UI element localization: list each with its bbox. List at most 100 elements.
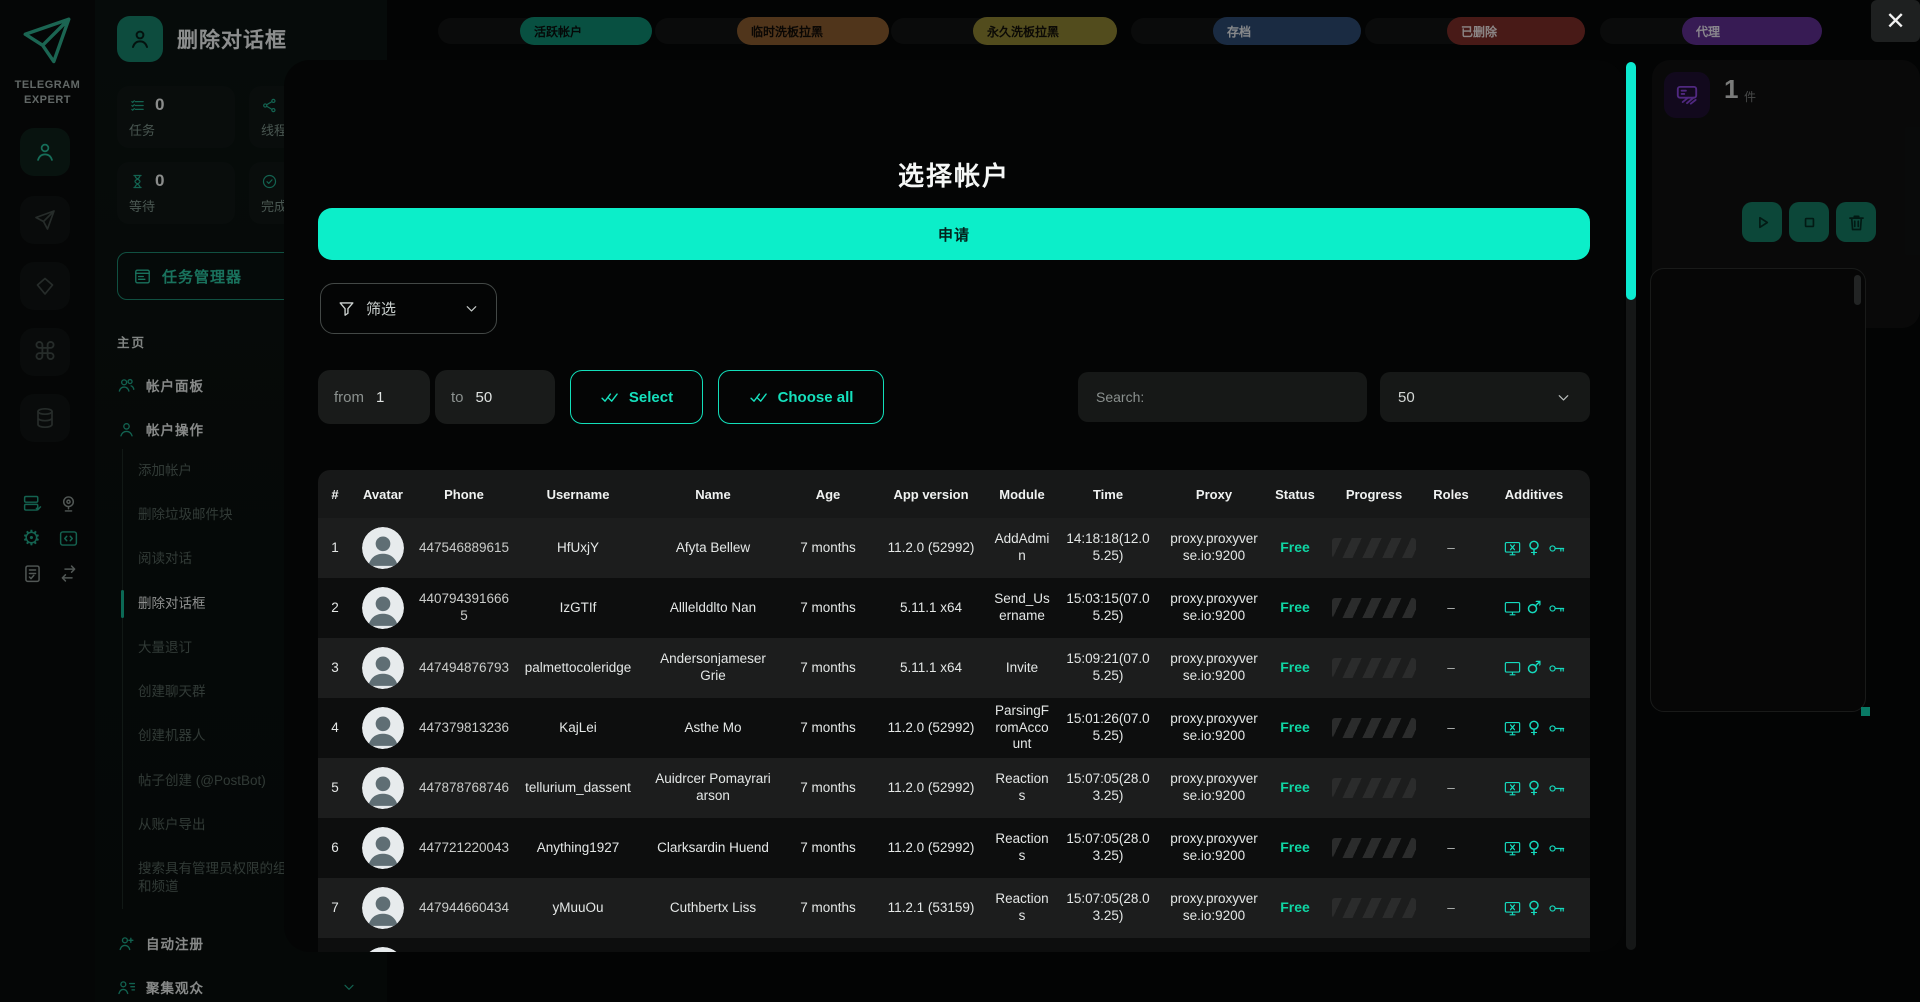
from-label: from: [334, 389, 364, 406]
age-value: 7 months: [800, 780, 856, 797]
column-header: Phone: [414, 487, 514, 502]
table-cell: Free: [1266, 539, 1324, 557]
table-cell: proxy.proxyverse.io:9200: [1162, 711, 1266, 745]
status-value: Free: [1280, 839, 1310, 857]
age-value: 7 months: [800, 600, 856, 617]
close-icon: ✕: [1885, 7, 1905, 36]
table-body: 1447546889615HfUxjYAfyta Bellew7 months1…: [318, 518, 1590, 952]
table-row[interactable]: 3447494876793palmettocoleridgeAndersonja…: [318, 638, 1590, 698]
filter-dropdown[interactable]: 筛选: [320, 283, 497, 334]
table-cell: 2: [318, 600, 352, 617]
column-header: Username: [514, 487, 642, 502]
username-value: IzGTIf: [517, 600, 639, 617]
table-cell: –: [1424, 540, 1478, 557]
device-icon: [1503, 659, 1522, 678]
select-button[interactable]: Select: [570, 370, 703, 424]
additives-icons: ♀: [1503, 719, 1566, 738]
choose-all-button[interactable]: Choose all: [718, 370, 884, 424]
phone-value: 4407943916665: [417, 591, 512, 625]
to-input[interactable]: [474, 388, 514, 407]
table-cell: 7 months: [784, 720, 872, 737]
table-cell: Clarksardin Huend: [642, 840, 784, 857]
device-x-icon: [1503, 779, 1522, 798]
table-cell: AddAdmin: [990, 531, 1054, 565]
table-cell: 15:01:26(07.05.25): [1054, 711, 1162, 745]
additives-icons: ♀: [1503, 839, 1566, 858]
table-row[interactable]: 7447944660434yMuuOuCuthbertx Liss7 month…: [318, 878, 1590, 938]
age-value: 7 months: [800, 900, 856, 917]
table-row[interactable]: 5447878768746tellurium_dassentAuidrcer P…: [318, 758, 1590, 818]
column-header: Age: [784, 487, 872, 502]
table-cell: 11.2.0 (52992): [872, 540, 990, 557]
female-icon: ♀: [1525, 539, 1544, 558]
roles-value: –: [1447, 720, 1455, 737]
time-value: 15:03:15(07.05.25): [1062, 591, 1154, 625]
table-cell: Anything1927: [514, 840, 642, 857]
proxy-value: proxy.proxyverse.io:9200: [1168, 891, 1260, 925]
filter-icon: [337, 299, 356, 318]
proxy-value: proxy.proxyverse.io:9200: [1168, 831, 1260, 865]
column-header: Module: [990, 487, 1054, 502]
table-cell: ♀: [1478, 779, 1590, 798]
table-cell: proxy.proxyverse.io:9200: [1162, 591, 1266, 625]
row-number: 4: [331, 720, 339, 737]
device-x-icon: [1503, 839, 1522, 858]
table-cell: 447494876793: [414, 660, 514, 677]
page-size-value: 50: [1398, 389, 1415, 406]
status-value: Free: [1280, 659, 1310, 677]
table-cell: Afyta Bellew: [642, 540, 784, 557]
table-cell: [1324, 898, 1424, 918]
to-field[interactable]: to: [435, 370, 555, 424]
table-cell: 15:07:05(28.03.25): [1054, 771, 1162, 805]
additives-icons: ♀: [1503, 899, 1566, 918]
table-cell: [352, 707, 414, 749]
table-row[interactable]: 6447721220043Anything1927Clarksardin Hue…: [318, 818, 1590, 878]
row-number: 1: [331, 540, 339, 557]
roles-value: –: [1447, 780, 1455, 797]
table-cell: Free: [1266, 779, 1324, 797]
progress-bar: [1332, 598, 1416, 618]
table-cell: [1324, 778, 1424, 798]
from-input[interactable]: [374, 388, 414, 407]
chevron-down-icon: [463, 300, 480, 317]
apply-button[interactable]: 申请: [318, 208, 1590, 260]
table-cell: 5.11.1 x64: [872, 600, 990, 617]
name-value: Cuthbertx Liss: [653, 900, 773, 917]
table-cell: 11.2.0 (52992): [872, 720, 990, 737]
progress-bar: [1332, 778, 1416, 798]
table-row[interactable]: 2 4407943916665 IzGTIfAlllelddlto Nan 7 mon…: [318, 578, 1590, 638]
table-cell: 7 months: [784, 660, 872, 677]
app-version-value: 11.2.1 (53159): [888, 900, 975, 917]
table-cell: 5.11.1 x64: [872, 660, 990, 677]
table-cell: 447721220043: [414, 840, 514, 857]
modal-title: 选择帐户: [284, 156, 1624, 193]
table-row[interactable]: 4447379813236KajLeiAsthe Mo7 months11.2.…: [318, 698, 1590, 758]
column-header: Status: [1266, 487, 1324, 502]
table-cell: Auidrcer Pomayrariarson: [642, 771, 784, 805]
phone-value: 447494876793: [417, 660, 512, 677]
table-cell: ♂: [1478, 599, 1590, 618]
key-icon: [1547, 839, 1566, 858]
column-header: #: [318, 487, 352, 502]
male-icon: ♂: [1525, 599, 1544, 618]
page-size-select[interactable]: 50: [1380, 372, 1590, 422]
table-row[interactable]: 1447546889615HfUxjYAfyta Bellew7 months1…: [318, 518, 1590, 578]
column-header: Time: [1054, 487, 1162, 502]
table-cell: [1324, 538, 1424, 558]
table-cell: [1324, 718, 1424, 738]
table-cell: proxy.proxyverse.io:9200: [1162, 891, 1266, 925]
table-cell: [352, 587, 414, 629]
app-version-value: 11.2.0 (52992): [888, 840, 975, 857]
module-value: Invite: [993, 660, 1051, 677]
search-input[interactable]: [1094, 388, 1351, 406]
table-row[interactable]: 844744650553unsaturationamaReactio15:07:…: [318, 938, 1590, 952]
close-button[interactable]: ✕: [1871, 0, 1920, 42]
modal-scrollbar[interactable]: [1626, 62, 1636, 950]
table-cell: Free: [1266, 839, 1324, 857]
modal-scrollbar-thumb[interactable]: [1626, 62, 1636, 300]
search-field[interactable]: [1078, 372, 1367, 422]
table-cell: Alllelddlto Nan: [642, 600, 784, 617]
avatar: [362, 827, 404, 869]
table-cell: [352, 827, 414, 869]
from-field[interactable]: from: [318, 370, 430, 424]
